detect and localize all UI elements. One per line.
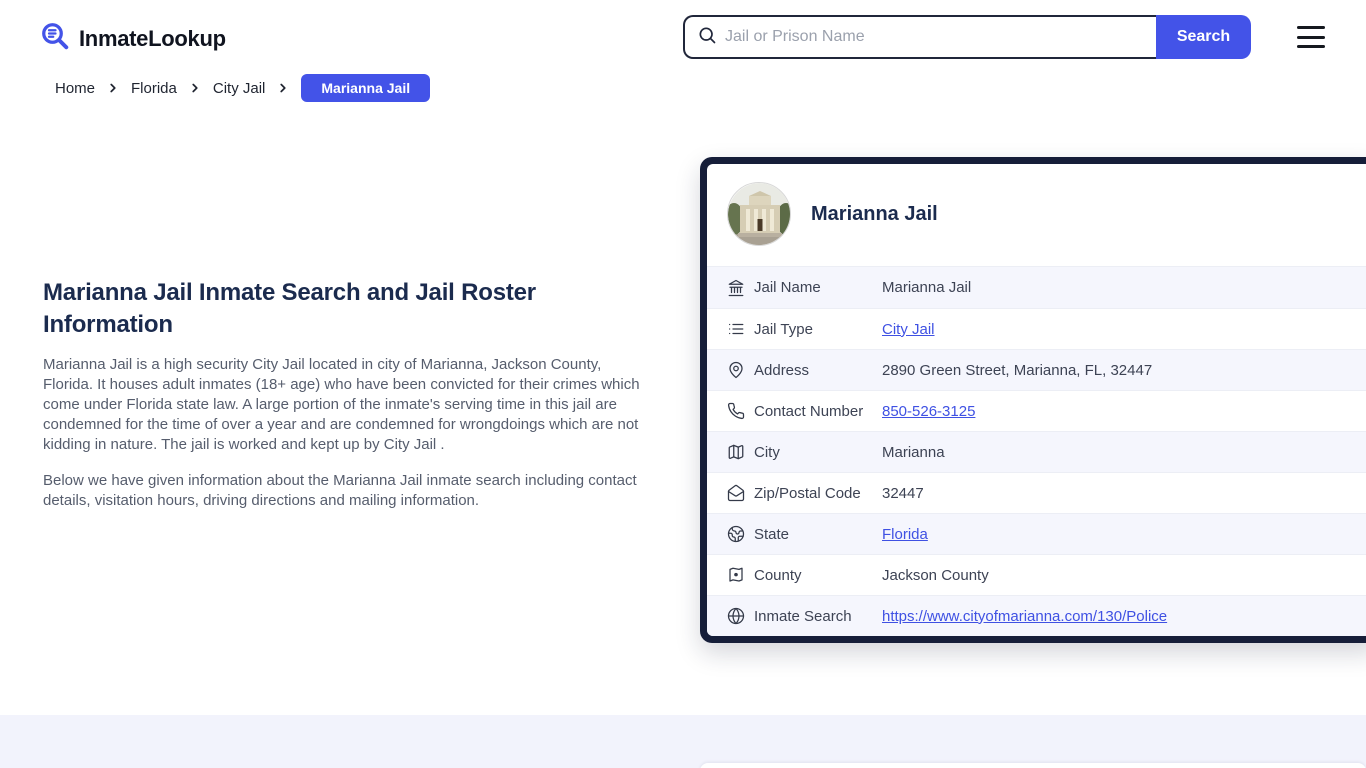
- breadcrumb-current-badge: Marianna Jail: [301, 74, 430, 102]
- mail-open-icon: [727, 484, 754, 502]
- chevron-right-icon: [188, 81, 202, 95]
- brand-logo[interactable]: InmateLookup: [40, 21, 226, 56]
- next-section-card-edge: [700, 763, 1366, 768]
- map-pin-icon: [727, 361, 754, 379]
- jail-card-title: Marianna Jail: [811, 203, 938, 226]
- chevron-right-icon: [276, 81, 290, 95]
- row-label: City: [754, 444, 882, 461]
- search-input[interactable]: [725, 28, 1144, 46]
- row-label: Address: [754, 362, 882, 379]
- next-section-band: [0, 715, 1366, 768]
- jail-type-link[interactable]: City Jail: [882, 321, 935, 338]
- table-row-jail-type: Jail Type City Jail: [707, 308, 1366, 349]
- table-row-inmate-search: Inmate Search https://www.cityofmarianna…: [707, 595, 1366, 636]
- state-link[interactable]: Florida: [882, 526, 928, 543]
- jail-details-table: Jail Name Marianna Jail Jail Type City J…: [707, 266, 1366, 636]
- row-label: Jail Type: [754, 321, 882, 338]
- breadcrumb-city-jail[interactable]: City Jail: [213, 80, 266, 97]
- jail-photo: [727, 182, 791, 246]
- inmate-search-link[interactable]: https://www.cityofmarianna.com/130/Polic…: [882, 608, 1167, 625]
- row-label: Jail Name: [754, 279, 882, 296]
- breadcrumb-home[interactable]: Home: [55, 80, 95, 97]
- search-input-box: [683, 15, 1156, 59]
- intro-text: Marianna Jail is a high security City Ja…: [43, 355, 643, 511]
- table-row-contact-number: Contact Number 850-526-3125: [707, 390, 1366, 431]
- globe-icon: [727, 607, 754, 625]
- table-row-city: City Marianna: [707, 431, 1366, 472]
- intro-paragraph: Below we have given information about th…: [43, 471, 643, 511]
- row-value: Marianna: [882, 444, 945, 461]
- row-value: 2890 Green Street, Marianna, FL, 32447: [882, 362, 1152, 379]
- magnifier-list-icon: [40, 21, 70, 56]
- county-map-icon: [727, 566, 754, 584]
- table-row-jail-name: Jail Name Marianna Jail: [707, 267, 1366, 308]
- row-value: Marianna Jail: [882, 279, 971, 296]
- intro-paragraph: Marianna Jail is a high security City Ja…: [43, 355, 643, 455]
- breadcrumb: Home Florida City Jail Marianna Jail: [55, 74, 430, 102]
- row-value: 32447: [882, 485, 924, 502]
- row-label: County: [754, 567, 882, 584]
- page-title: Marianna Jail Inmate Search and Jail Ros…: [43, 277, 563, 341]
- table-row-zip: Zip/Postal Code 32447: [707, 472, 1366, 513]
- list-icon: [727, 320, 754, 338]
- site-search: Search: [683, 15, 1251, 59]
- row-label: State: [754, 526, 882, 543]
- chevron-right-icon: [106, 81, 120, 95]
- breadcrumb-florida[interactable]: Florida: [131, 80, 177, 97]
- phone-icon: [727, 402, 754, 420]
- contact-number-link[interactable]: 850-526-3125: [882, 403, 975, 420]
- landmark-icon: [727, 279, 754, 297]
- table-row-county: County Jackson County: [707, 554, 1366, 595]
- brand-name: InmateLookup: [79, 26, 226, 52]
- jail-card-header: Marianna Jail: [707, 164, 1366, 266]
- page: InmateLookup Search Home Florida City Ja…: [0, 0, 1366, 768]
- map-icon: [727, 443, 754, 461]
- row-label: Contact Number: [754, 403, 882, 420]
- row-label: Zip/Postal Code: [754, 485, 882, 502]
- row-label: Inmate Search: [754, 608, 882, 625]
- row-value: Jackson County: [882, 567, 989, 584]
- search-icon: [697, 25, 717, 50]
- table-row-address: Address 2890 Green Street, Marianna, FL,…: [707, 349, 1366, 390]
- hamburger-menu-icon[interactable]: [1297, 26, 1325, 48]
- earth-icon: [727, 525, 754, 543]
- table-row-state: State Florida: [707, 513, 1366, 554]
- search-button[interactable]: Search: [1156, 15, 1251, 59]
- jail-info-card: Marianna Jail Jail Name Marianna Jail Ja…: [700, 157, 1366, 643]
